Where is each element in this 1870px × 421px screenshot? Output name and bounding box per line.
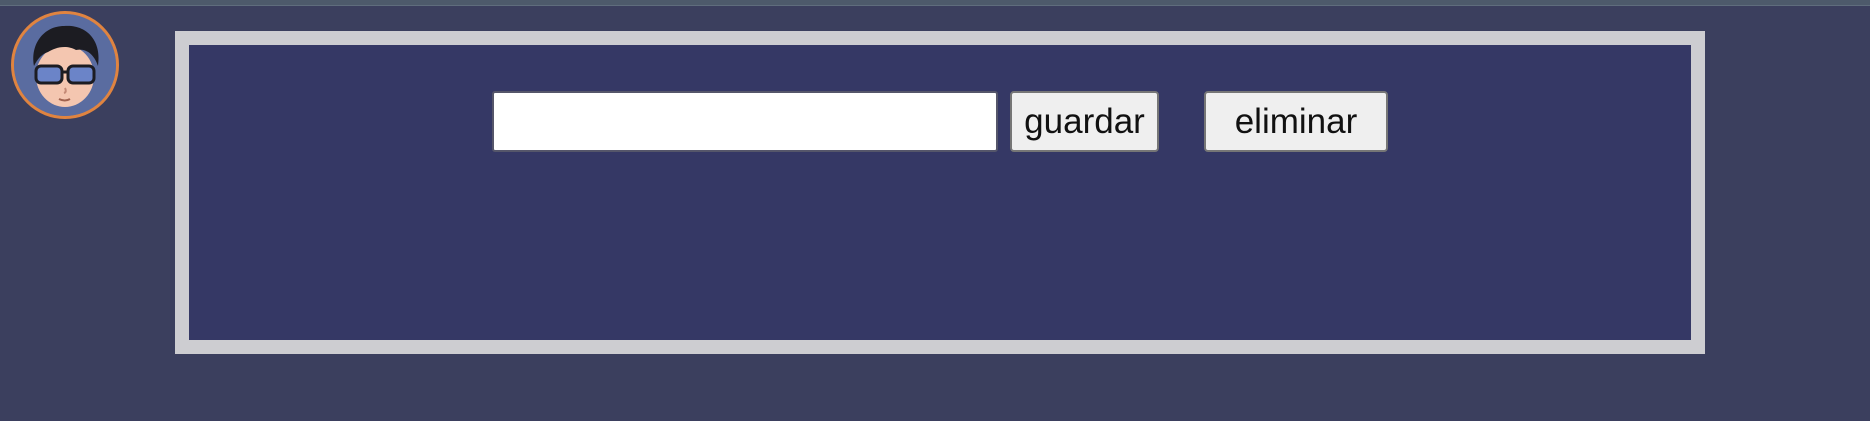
window-top-edge: [0, 0, 1870, 6]
form-panel: [175, 31, 1705, 354]
avatar[interactable]: [11, 11, 119, 119]
avatar-icon: [14, 14, 116, 116]
delete-button[interactable]: eliminar: [1204, 91, 1388, 152]
text-input[interactable]: [492, 91, 998, 152]
save-button[interactable]: guardar: [1010, 91, 1159, 152]
